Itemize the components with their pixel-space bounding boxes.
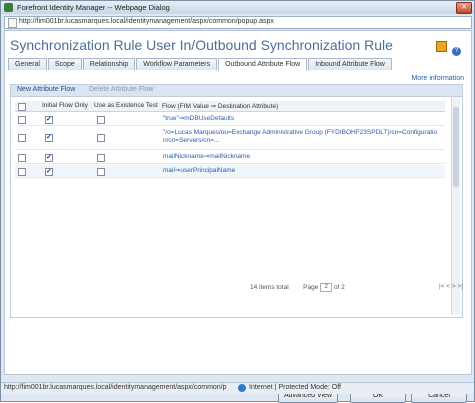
pager-navigation[interactable]: |< < > >|: [439, 283, 463, 290]
address-bar[interactable]: http://fim001br.lucasmarques.local/ident…: [4, 16, 472, 29]
item-count: 14 items total: [250, 284, 289, 292]
folder-icon[interactable]: [436, 41, 448, 52]
tab-scope[interactable]: Scope: [47, 58, 82, 70]
grid-header: Initial Flow Only Use as Existence Test …: [15, 101, 445, 112]
row-select-checkbox[interactable]: [18, 168, 26, 176]
security-zone: Internet | Protected Mode: Off: [249, 384, 341, 391]
existence-test-checkbox[interactable]: [97, 134, 105, 142]
table-row[interactable]: mailNickname⇒mailNickname: [15, 151, 445, 164]
existence-test-checkbox[interactable]: [97, 116, 105, 124]
title-bar: Forefront Identity Manager -- Webpage Di…: [1, 1, 474, 14]
dialog-content: Synchronization Rule User In/Outbound Sy…: [4, 30, 472, 403]
tab-outbound-attribute-flow[interactable]: Outbound Attribute Flow: [218, 58, 308, 71]
existence-test-checkbox[interactable]: [97, 154, 105, 162]
tab-strip: General Scope Relationship Workflow Para…: [8, 58, 393, 71]
initial-flow-checkbox[interactable]: [45, 115, 53, 124]
flow-value[interactable]: "/o=Lucas Marques/ou=Exchange Administra…: [163, 129, 441, 145]
table-row[interactable]: "true"⇒mDBUseDefaults: [15, 113, 445, 126]
address-url: http://fim001br.lucasmarques.local/ident…: [19, 18, 274, 25]
flow-value[interactable]: "true"⇒mDBUseDefaults: [163, 115, 459, 123]
row-select-checkbox[interactable]: [18, 116, 26, 124]
status-bar: http://fim001br.lucasmarques.local/ident…: [1, 382, 474, 394]
tab-inbound-attribute-flow[interactable]: Inbound Attribute Flow: [308, 58, 392, 70]
row-select-checkbox[interactable]: [18, 154, 26, 162]
column-existence-test: Use as Existence Test: [94, 102, 158, 109]
close-icon[interactable]: ✕: [456, 2, 472, 14]
page-number-input[interactable]: 2: [320, 283, 333, 292]
page-title: Synchronization Rule User In/Outbound Sy…: [10, 37, 393, 53]
column-flow: Flow (FIM Value ⇒ Destination Attribute): [162, 103, 279, 110]
column-initial-flow: Initial Flow Only: [42, 102, 88, 109]
attribute-flow-panel: New Attribute Flow Delete Attribute Flow…: [10, 84, 463, 318]
app-icon: [4, 3, 13, 12]
dialog-window: Forefront Identity Manager -- Webpage Di…: [0, 0, 475, 403]
flow-value[interactable]: mail⇒userPrincipalName: [163, 167, 459, 175]
existence-test-checkbox[interactable]: [97, 168, 105, 176]
grid-toolbar: New Attribute Flow Delete Attribute Flow: [11, 85, 462, 97]
new-attribute-flow-button[interactable]: New Attribute Flow: [17, 86, 75, 93]
pager: 14 items total Page 2 of 2: [250, 283, 345, 292]
flow-value[interactable]: mailNickname⇒mailNickname: [163, 153, 459, 161]
scrollbar-thumb[interactable]: [453, 107, 459, 187]
tab-workflow-parameters[interactable]: Workflow Parameters: [136, 58, 218, 70]
tab-relationship[interactable]: Relationship: [82, 58, 136, 70]
page-label: Page: [303, 284, 319, 292]
table-row[interactable]: mail⇒userPrincipalName: [15, 165, 445, 178]
page-icon: [8, 18, 17, 28]
status-url: http://fim001br.lucasmarques.local/ident…: [4, 384, 227, 391]
more-information-link[interactable]: More information: [411, 75, 464, 82]
help-icon[interactable]: ?: [452, 47, 461, 56]
table-row[interactable]: "/o=Lucas Marques/ou=Exchange Administra…: [15, 127, 445, 150]
header-icons: ?: [436, 41, 461, 56]
window-title: Forefront Identity Manager -- Webpage Di…: [17, 3, 170, 12]
page-of-label: of 2: [333, 284, 345, 292]
select-all-checkbox[interactable]: [18, 103, 26, 111]
globe-icon: [238, 384, 246, 392]
row-select-checkbox[interactable]: [18, 134, 26, 142]
delete-attribute-flow-button[interactable]: Delete Attribute Flow: [89, 86, 154, 93]
initial-flow-checkbox[interactable]: [45, 153, 53, 162]
initial-flow-checkbox[interactable]: [45, 133, 53, 142]
initial-flow-checkbox[interactable]: [45, 167, 53, 176]
tab-general[interactable]: General: [8, 58, 47, 70]
